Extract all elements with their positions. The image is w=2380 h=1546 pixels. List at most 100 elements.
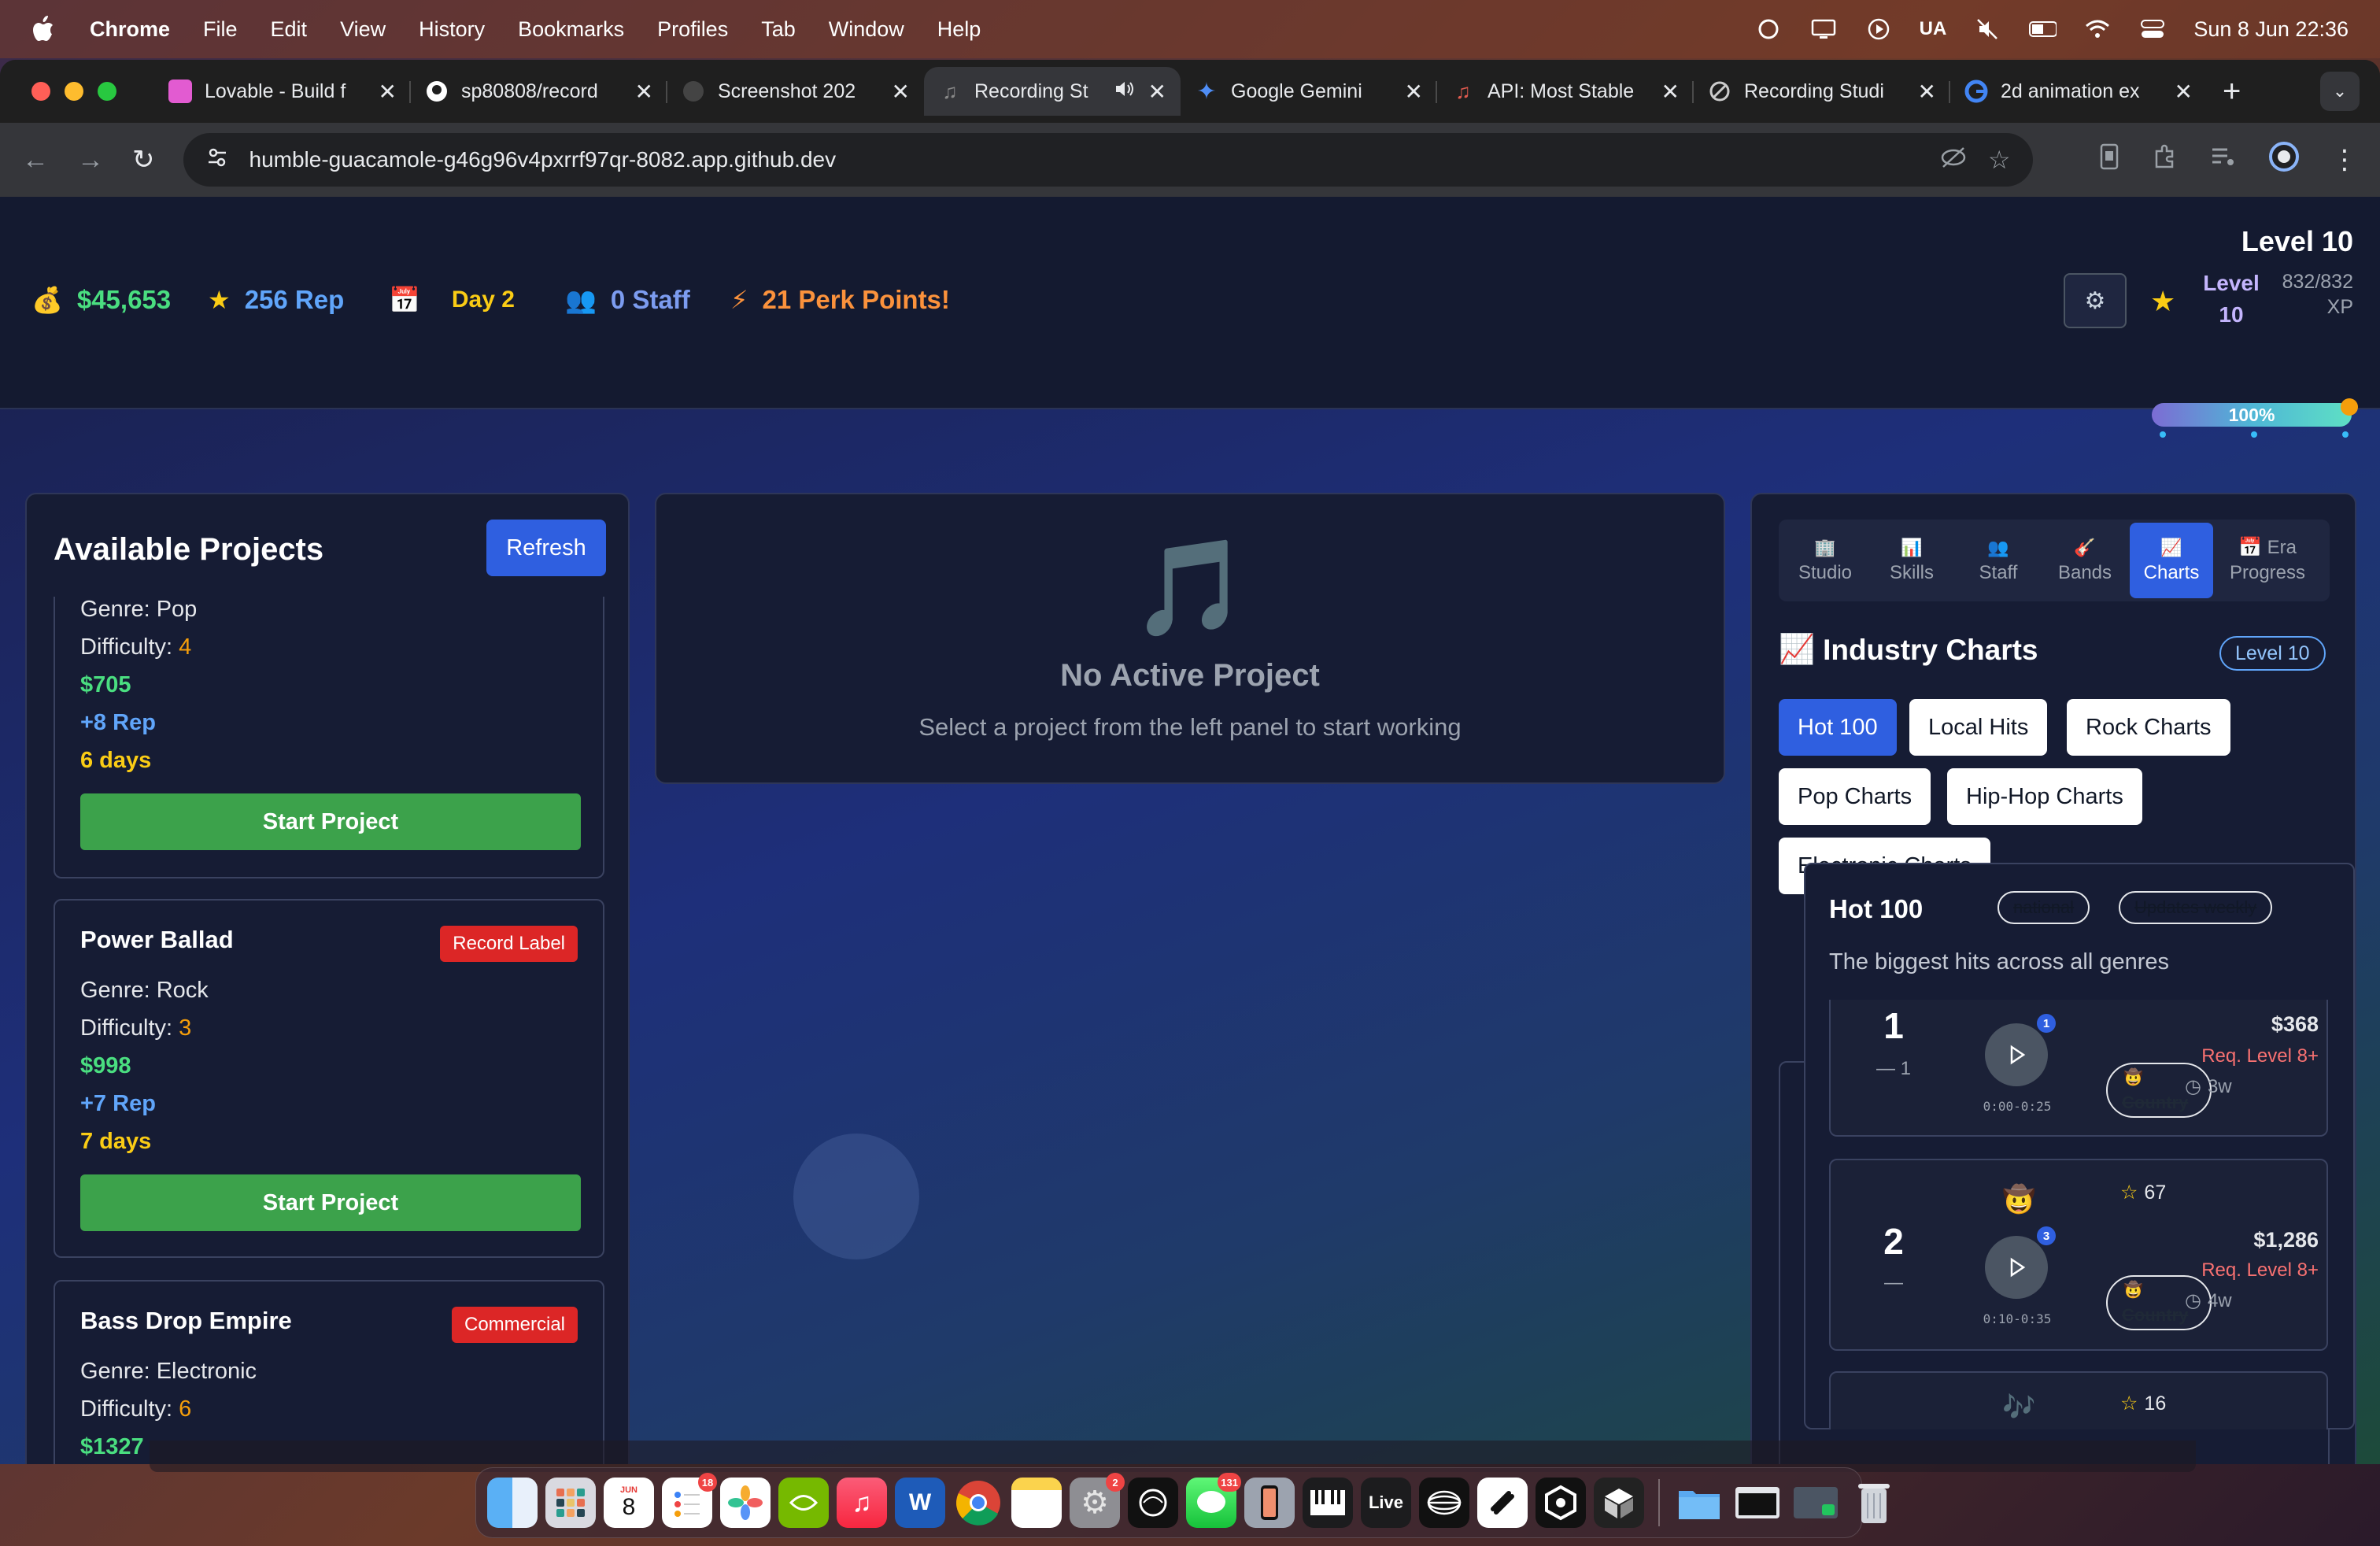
unity-icon[interactable] [1594, 1478, 1644, 1528]
menu-help[interactable]: Help [937, 17, 981, 42]
screen-window-icon[interactable] [1791, 1478, 1841, 1528]
hip-hop-charts-button[interactable]: Hip-Hop Charts [1947, 768, 2142, 825]
refresh-button[interactable]: Refresh [486, 520, 606, 576]
rock-charts-button[interactable]: Rock Charts [2067, 699, 2230, 756]
extension-icon[interactable] [2098, 143, 2120, 177]
input-language[interactable]: UA [1920, 18, 1947, 40]
system-settings-icon[interactable]: ⚙ 2 [1070, 1473, 1125, 1528]
play-circle-icon[interactable] [1864, 17, 1893, 41]
eye-off-icon[interactable] [1939, 146, 1968, 175]
trash-icon[interactable] [1849, 1478, 1899, 1528]
site-info-icon[interactable] [205, 146, 229, 175]
finder-icon[interactable] [487, 1478, 538, 1528]
tab-staff[interactable]: 👥 Staff [1957, 523, 2040, 598]
wifi-icon[interactable] [2083, 17, 2112, 41]
browser-tab[interactable]: Recording Studi ✕ [1694, 67, 1950, 116]
notes-icon[interactable] [1011, 1478, 1062, 1528]
terminal-window-icon[interactable] [1732, 1478, 1783, 1528]
menu-file[interactable]: File [203, 17, 238, 42]
menubar-clock[interactable]: Sun 8 Jun 22:36 [2193, 17, 2349, 42]
start-project-button[interactable]: Start Project [80, 793, 581, 850]
menu-edit[interactable]: Edit [271, 17, 308, 42]
ableton-live-icon[interactable]: Live [1361, 1478, 1411, 1528]
perk-stat[interactable]: ⚡ 21 Perk Points! [730, 285, 950, 315]
tab-search-button[interactable]: ⌄ [2320, 72, 2360, 111]
reminders-icon[interactable]: 18 [662, 1473, 717, 1528]
zoom-window-button[interactable] [98, 82, 116, 101]
close-tab-icon[interactable]: ✕ [2175, 79, 2193, 105]
chatgpt-app-icon[interactable] [1128, 1478, 1178, 1528]
url-text[interactable]: humble-guacamole-g46g96v4pxrrf97qr-8082.… [249, 147, 1919, 172]
messages-icon[interactable]: 131 [1186, 1473, 1241, 1528]
display-icon[interactable] [1809, 17, 1838, 41]
music-icon[interactable]: ♫ [837, 1478, 887, 1528]
browser-tab-active[interactable]: ♫ Recording St ✕ [924, 67, 1181, 116]
iphone-mirroring-icon[interactable] [1244, 1478, 1295, 1528]
close-tab-icon[interactable]: ✕ [1148, 79, 1166, 105]
mute-icon[interactable] [1973, 17, 2001, 41]
tab-charts[interactable]: 📈 Charts [2130, 523, 2213, 598]
menu-view[interactable]: View [340, 17, 386, 42]
perk-value[interactable]: 21 Perk Points! [762, 285, 949, 315]
control-center-icon[interactable] [2138, 17, 2167, 41]
menu-app-name[interactable]: Chrome [90, 17, 170, 42]
menu-profiles[interactable]: Profiles [657, 17, 728, 42]
browser-tab[interactable]: ♫ API: Most Stable ✕ [1437, 67, 1694, 116]
apple-icon[interactable] [31, 13, 58, 45]
minimize-window-button[interactable] [65, 82, 83, 101]
battery-icon[interactable] [2028, 17, 2057, 41]
profile-avatar[interactable] [2268, 141, 2300, 179]
photos-icon[interactable] [720, 1478, 771, 1528]
bookmark-star-icon[interactable]: ☆ [1988, 145, 2011, 175]
settings-button[interactable]: ⚙ [2064, 273, 2127, 328]
close-tab-icon[interactable]: ✕ [379, 79, 397, 105]
browser-tab[interactable]: ✦ Google Gemini ✕ [1181, 67, 1437, 116]
start-project-button[interactable]: Start Project [80, 1174, 581, 1231]
media-controls-icon[interactable] [2210, 145, 2237, 176]
nvidia-icon[interactable] [778, 1478, 829, 1528]
reload-icon[interactable]: ↻ [132, 144, 155, 176]
tab-skills[interactable]: 📊 Skills [1870, 523, 1953, 598]
puzzle-icon[interactable] [2152, 143, 2179, 177]
chart-song-card[interactable]: 🤠 ☆ 67 2 — 3 0:10-0:35 $1,286 Req. Level … [1829, 1159, 2328, 1351]
unity-hub-icon[interactable] [1536, 1478, 1586, 1528]
menu-bookmarks[interactable]: Bookmarks [518, 17, 624, 42]
forward-icon[interactable]: → [77, 145, 104, 176]
hot-100-button[interactable]: Hot 100 [1779, 699, 1897, 756]
sphere-app-icon[interactable] [1419, 1478, 1469, 1528]
chart-song-card[interactable]: 1 — 1 1 0:00-0:25 $368 Req. Level 8+ 🤠 Co… [1829, 1000, 2328, 1137]
more-menu-icon[interactable]: ⋮ [2331, 144, 2358, 176]
local-hits-button[interactable]: Local Hits [1909, 699, 2048, 756]
close-tab-icon[interactable]: ✕ [1918, 79, 1936, 105]
launchpad-icon[interactable] [545, 1478, 596, 1528]
chart-song-card[interactable]: 🎶 ☆ 16 [1829, 1371, 2328, 1429]
calendar-icon[interactable]: JUN 8 [604, 1478, 654, 1528]
menu-tab[interactable]: Tab [761, 17, 796, 42]
browser-tab[interactable]: sp80808/record ✕ [411, 67, 667, 116]
close-tab-icon[interactable]: ✕ [1405, 79, 1423, 105]
folder-icon[interactable] [1674, 1478, 1724, 1528]
close-tab-icon[interactable]: ✕ [635, 79, 653, 105]
chatgpt-icon[interactable] [1754, 17, 1783, 41]
browser-tab[interactable]: Screenshot 202 ✕ [667, 67, 924, 116]
tab-era-progress[interactable]: 📅 Era Progress [2216, 523, 2319, 598]
close-tab-icon[interactable]: ✕ [892, 79, 910, 105]
capcut-icon[interactable] [1477, 1478, 1528, 1528]
browser-tab[interactable]: 2d animation ex ✕ [1950, 67, 2207, 116]
pop-charts-button[interactable]: Pop Charts [1779, 768, 1931, 825]
play-preview-button[interactable] [1985, 1236, 2048, 1299]
piano-icon[interactable] [1303, 1478, 1353, 1528]
tab-bands[interactable]: 🎸 Bands [2043, 523, 2127, 598]
menu-history[interactable]: History [419, 17, 485, 42]
word-icon[interactable]: W [895, 1478, 945, 1528]
chrome-icon[interactable] [953, 1478, 1003, 1528]
tab-studio[interactable]: 🏢 Studio [1783, 523, 1867, 598]
back-icon[interactable]: ← [22, 145, 49, 176]
speaker-icon[interactable] [1114, 79, 1136, 105]
new-tab-button[interactable]: + [2223, 74, 2241, 109]
close-window-button[interactable] [31, 82, 50, 101]
browser-tab[interactable]: Lovable - Build f ✕ [154, 67, 411, 116]
play-preview-button[interactable] [1985, 1023, 2048, 1086]
close-tab-icon[interactable]: ✕ [1661, 79, 1680, 105]
address-bar[interactable]: humble-guacamole-g46g96v4pxrrf97qr-8082.… [183, 133, 2033, 187]
